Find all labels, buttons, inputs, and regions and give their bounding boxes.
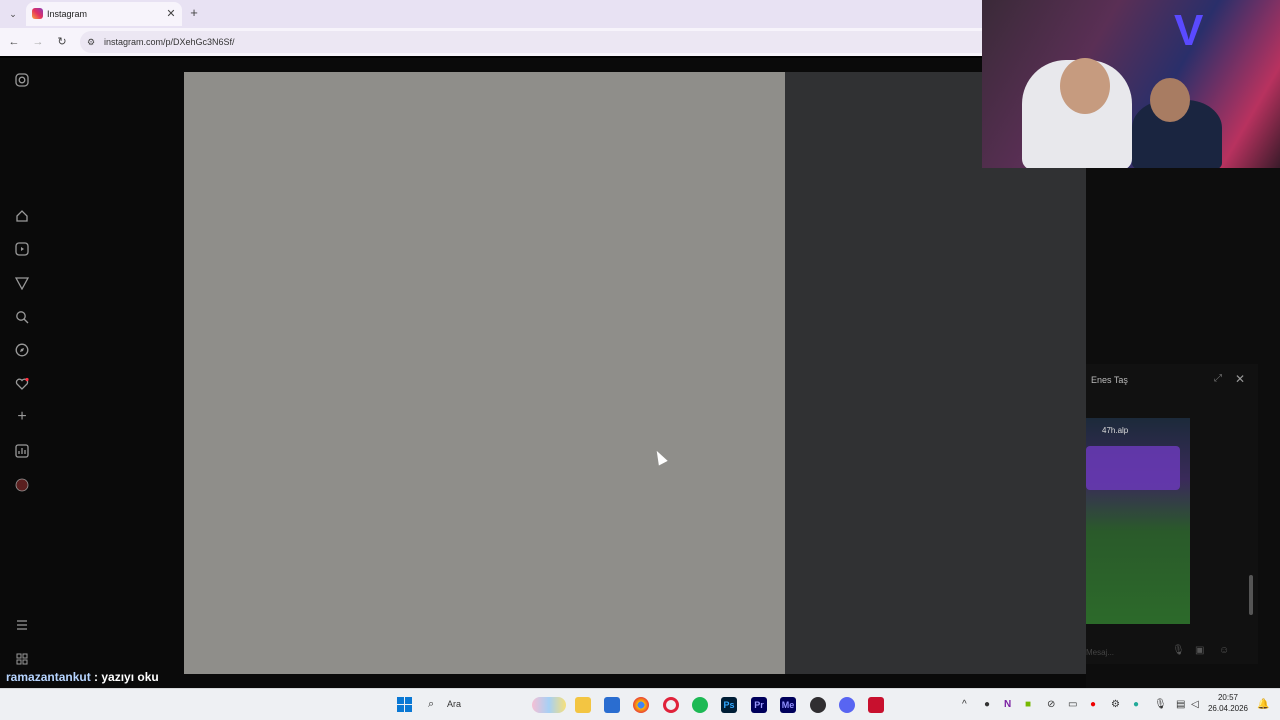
stream-chat-text: yazıyı oku [101,670,159,684]
search-icon[interactable] [14,309,30,325]
instagram-icon[interactable] [14,72,30,88]
sticker-icon[interactable]: ☺ [1219,645,1229,656]
photoshop-icon[interactable]: Ps [721,697,737,713]
webcam-person-right-head [1150,78,1190,122]
menu-icon[interactable] [14,617,30,633]
tray-sync-off-icon[interactable]: ⊘ [1047,699,1055,710]
tray-device-icon[interactable]: ▭ [1068,699,1077,710]
taskbar-search-placeholder: Ara [447,699,462,709]
webcam-v-decoration: V [1174,6,1204,55]
search-icon: ⌕ [428,698,435,710]
notification-bell-icon[interactable]: 🔔 [1257,699,1269,710]
instagram-favicon-icon [32,8,43,19]
tray-network-app-icon[interactable]: ● [1133,699,1139,710]
chat-scrollbar[interactable] [1249,575,1253,615]
tab-title: Instagram [47,9,88,19]
instagram-sidebar: + [0,58,44,688]
system-clock[interactable]: 20:57 26.04.2026 [1206,692,1250,714]
reels-icon[interactable] [14,241,30,257]
media-encoder-icon[interactable]: Me [780,697,796,713]
image-icon[interactable]: ▣ [1195,645,1204,656]
also-from-meta-icon[interactable] [14,651,30,667]
shared-post-author: 47h.alp [1102,426,1129,435]
microsoft-store-icon[interactable] [604,697,620,713]
expand-icon[interactable]: ⤢ [1214,373,1222,384]
speaker-icon[interactable]: ◁ [1191,699,1199,710]
explore-icon[interactable] [14,342,30,358]
tray-record-icon[interactable]: ● [1090,699,1096,710]
streamer-webcam: V [982,0,1280,168]
premiere-pro-icon[interactable]: Pr [751,697,767,713]
send-icon[interactable] [14,275,30,291]
browser-tab-bar: ⌄ Instagram ✕ + [0,0,982,28]
wifi-icon[interactable]: ▤ [1176,699,1185,710]
stream-chat-message: ramazantankut : yazıyı oku [6,670,159,684]
site-settings-icon[interactable]: ⚙ [84,36,98,48]
tray-steam-icon[interactable]: ⚙ [1111,699,1120,710]
obs-icon[interactable] [810,697,826,713]
search-highlight-icon [532,697,566,713]
clock-date: 26.04.2026 [1207,704,1249,713]
stream-chat-separator: : [90,670,102,684]
windows-start-icon[interactable] [397,697,412,712]
tray-app-icon[interactable]: ● [984,699,990,710]
stream-app-icon[interactable] [868,697,884,713]
webcam-person-left-head [1060,58,1110,114]
url-text: instagram.com/p/DXehGc3N6Sf/ [104,37,235,47]
clock-time: 20:57 [1217,693,1239,702]
browser-tab-instagram[interactable]: Instagram ✕ [26,2,182,26]
profile-icon[interactable] [14,477,30,493]
shared-post-caption [1086,446,1180,490]
tray-n-icon[interactable]: N [1004,699,1011,710]
create-icon[interactable]: + [14,408,30,425]
taskbar-search[interactable]: ⌕ Ara [422,695,568,715]
home-icon[interactable] [14,208,30,224]
plus-icon[interactable]: + [187,6,201,19]
microphone-icon[interactable]: 🎙 [1172,645,1185,656]
close-icon[interactable]: ✕ [1235,372,1245,386]
file-explorer-icon[interactable] [575,697,591,713]
dashboard-icon[interactable] [14,443,30,459]
tray-microphone-icon[interactable]: 🎙 [1154,699,1167,710]
reload-icon[interactable]: ↻ [55,36,69,48]
tray-nvidia-icon[interactable]: ■ [1025,699,1031,710]
stream-chat-username: ramazantankut [6,670,91,684]
chevron-up-icon[interactable]: ^ [962,699,967,710]
forward-arrow-icon[interactable]: → [31,36,45,48]
tab-list-chevron-icon[interactable]: ⌄ [6,8,20,20]
address-bar[interactable]: ⚙ instagram.com/p/DXehGc3N6Sf/ [80,31,982,53]
chrome-icon[interactable] [633,697,649,713]
chat-contact-name: Enes Taş [1091,375,1128,385]
post-media-loading[interactable] [184,72,785,674]
back-arrow-icon[interactable]: ← [7,36,21,48]
spotify-icon[interactable] [692,697,708,713]
message-input[interactable]: Mesaj... [1086,648,1114,657]
opera-icon[interactable] [663,697,679,713]
close-icon[interactable]: ✕ [164,8,178,20]
heart-icon[interactable] [14,376,30,392]
discord-icon[interactable] [839,697,855,713]
